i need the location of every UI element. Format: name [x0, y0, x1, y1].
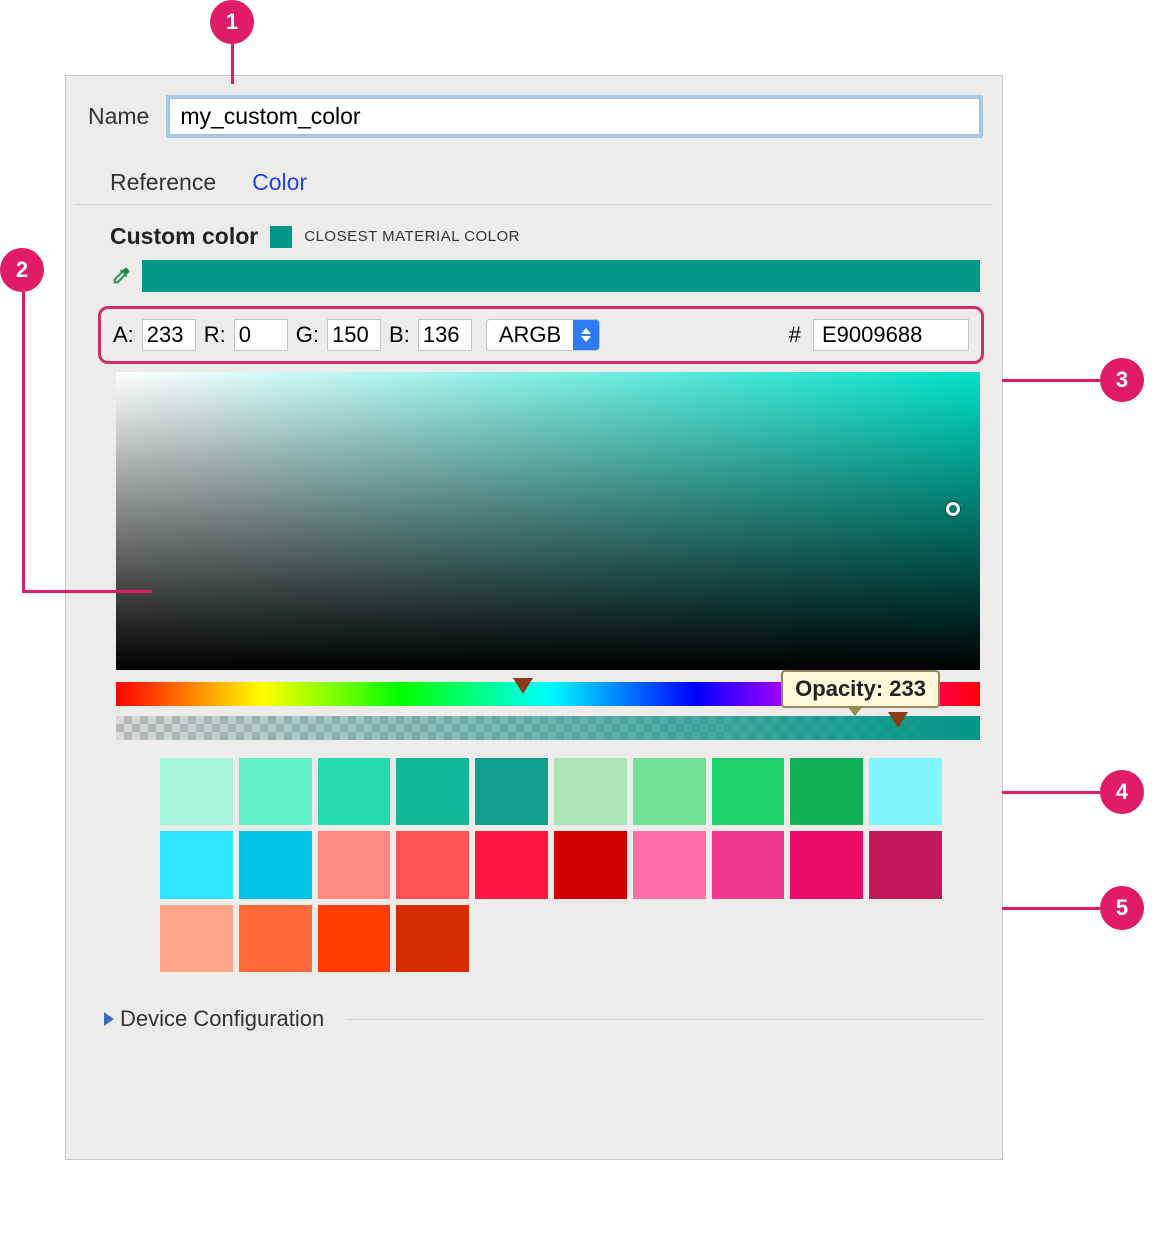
color-mode-label: ARGB — [487, 320, 573, 350]
swatch[interactable] — [318, 758, 391, 825]
callout-5: 5 — [1100, 886, 1144, 930]
sv-cursor[interactable] — [946, 502, 960, 516]
callout-4: 4 — [1100, 770, 1144, 814]
name-input[interactable] — [169, 98, 980, 135]
custom-color-header: Custom color CLOSEST MATERIAL COLOR — [66, 205, 1002, 256]
hex-hash: # — [789, 322, 801, 348]
swatch[interactable] — [475, 831, 548, 898]
swatch[interactable] — [790, 831, 863, 898]
closest-material-label: CLOSEST MATERIAL COLOR — [304, 228, 520, 245]
swatch[interactable] — [554, 831, 627, 898]
tab-color[interactable]: Color — [252, 169, 307, 196]
device-divider — [348, 1019, 984, 1020]
swatch[interactable] — [712, 831, 785, 898]
color-preview-bar — [142, 260, 980, 292]
swatch[interactable] — [633, 758, 706, 825]
callout-line-5 — [1002, 907, 1100, 910]
preview-row — [66, 256, 1002, 300]
swatch-grid — [160, 758, 942, 972]
alpha-input[interactable] — [142, 319, 196, 351]
name-row: Name — [66, 76, 1002, 145]
blue-input[interactable] — [418, 319, 472, 351]
red-input[interactable] — [234, 319, 288, 351]
saturation-value-box[interactable] — [116, 372, 980, 670]
swatch[interactable] — [239, 758, 312, 825]
tabs-row: Reference Color — [66, 145, 1002, 204]
closest-material-swatch — [270, 226, 292, 248]
swatch[interactable] — [396, 831, 469, 898]
swatch[interactable] — [396, 905, 469, 972]
callout-1: 1 — [210, 0, 254, 44]
red-label: R: — [204, 322, 226, 348]
swatch[interactable] — [869, 831, 942, 898]
callout-line-2b — [22, 590, 152, 593]
blue-label: B: — [389, 322, 410, 348]
swatch[interactable] — [160, 831, 233, 898]
swatch[interactable] — [396, 758, 469, 825]
swatch[interactable] — [712, 758, 785, 825]
callout-3: 3 — [1100, 358, 1144, 402]
alpha-label: A: — [113, 322, 134, 348]
swatch[interactable] — [239, 831, 312, 898]
swatch[interactable] — [633, 831, 706, 898]
eyedropper-icon[interactable] — [110, 265, 132, 287]
callout-2: 2 — [0, 248, 44, 292]
swatch[interactable] — [790, 758, 863, 825]
disclosure-triangle-icon — [104, 1012, 114, 1026]
swatch[interactable] — [160, 758, 233, 825]
hue-cursor-icon[interactable] — [513, 678, 533, 694]
green-input[interactable] — [327, 319, 381, 351]
opacity-gradient — [116, 716, 980, 740]
callout-line-2a — [22, 292, 25, 592]
color-picker-panel: Name Reference Color Custom color CLOSES… — [65, 75, 1003, 1160]
callout-line-1 — [231, 44, 234, 84]
device-configuration-label: Device Configuration — [120, 1006, 324, 1032]
swatch[interactable] — [160, 905, 233, 972]
swatch[interactable] — [869, 758, 942, 825]
swatch[interactable] — [239, 905, 312, 972]
callout-line-4 — [1002, 791, 1100, 794]
stepper-icon — [573, 320, 599, 350]
callout-line-3 — [1002, 379, 1100, 382]
opacity-cursor-icon[interactable] — [888, 712, 908, 728]
device-configuration-row[interactable]: Device Configuration — [104, 1006, 1002, 1032]
swatch[interactable] — [554, 758, 627, 825]
color-mode-select[interactable]: ARGB — [486, 319, 600, 351]
argb-inputs: A: R: G: B: ARGB # — [98, 306, 984, 364]
swatch[interactable] — [318, 905, 391, 972]
swatch[interactable] — [475, 758, 548, 825]
hex-input[interactable] — [813, 319, 969, 351]
swatch[interactable] — [318, 831, 391, 898]
name-label: Name — [88, 103, 149, 130]
custom-color-title: Custom color — [110, 223, 258, 250]
opacity-tooltip: Opacity: 233 — [781, 670, 940, 708]
opacity-slider[interactable]: Opacity: 233 — [116, 716, 980, 740]
green-label: G: — [296, 322, 319, 348]
tab-reference[interactable]: Reference — [110, 169, 216, 196]
